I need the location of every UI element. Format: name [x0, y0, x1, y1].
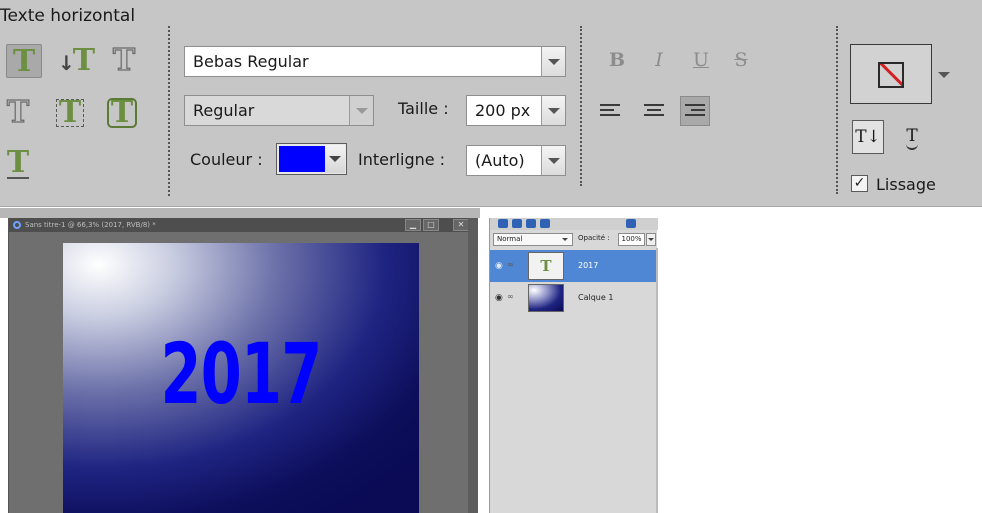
document-window: Sans titre-1 @ 66,3% (2017, RVB/8) * ▁ □… — [8, 218, 477, 513]
antialias-checkbox[interactable]: ✓ — [851, 175, 868, 192]
align-right-button[interactable] — [680, 96, 710, 126]
warp-text-icon: T — [906, 124, 918, 150]
chevron-down-icon — [349, 96, 373, 125]
size-value: 200 px — [475, 101, 531, 120]
antialias-label: Lissage — [876, 175, 936, 194]
layers-scrollbar[interactable] — [656, 248, 658, 513]
chevron-down-icon — [325, 145, 345, 173]
layer-name: Calque 1 — [578, 293, 614, 302]
color-swatch[interactable] — [276, 143, 347, 175]
mask-icon[interactable] — [526, 219, 536, 228]
canvas-text[interactable]: 2017 — [102, 325, 380, 423]
layer-row[interactable]: ◉ ∞ Calque 1 — [490, 282, 656, 314]
new-layer-icon[interactable] — [498, 219, 508, 228]
chevron-down-icon[interactable] — [938, 72, 950, 78]
layers-panel-toolbar — [490, 218, 658, 230]
layer-name: 2017 — [578, 261, 599, 270]
horizontal-type-icon[interactable]: T — [6, 44, 42, 79]
separator — [580, 26, 582, 186]
font-style-dropdown[interactable]: Regular — [184, 95, 374, 126]
warp-text-button[interactable]: T — [896, 120, 928, 154]
toolbar-strip — [0, 208, 480, 218]
lock-icon[interactable] — [540, 219, 550, 228]
image-layer-thumbnail — [528, 284, 564, 312]
strikethrough-button[interactable]: S — [728, 46, 754, 74]
minimize-button[interactable]: ▁ — [405, 219, 421, 231]
align-left-button[interactable] — [596, 96, 626, 126]
tool-title: Texte horizontal — [0, 6, 136, 26]
vertical-type-mask-icon[interactable]: T — [0, 95, 36, 130]
document-scrollbar[interactable] — [468, 218, 478, 513]
font-family-value: Bebas Regular — [193, 52, 309, 71]
italic-button[interactable]: I — [646, 46, 672, 74]
chevron-down-icon — [541, 146, 565, 175]
type-on-selection-icon[interactable]: T — [52, 96, 88, 130]
color-label: Couleur : — [190, 150, 263, 169]
vertical-type-icon[interactable]: ↓T — [58, 44, 95, 78]
eye-icon[interactable]: ◉ — [495, 261, 503, 271]
text-layer-thumbnail: T — [528, 252, 564, 280]
trash-icon[interactable] — [626, 219, 636, 228]
layers-panel: Normal Opacité : 100% ◉ ∞ T 2017 ◉ ∞ Cal… — [489, 218, 658, 513]
leading-value: (Auto) — [475, 151, 525, 170]
blend-mode-dropdown[interactable]: Normal — [493, 233, 573, 246]
no-color-icon — [878, 62, 904, 88]
document-title: Sans titre-1 @ 66,3% (2017, RVB/8) * — [25, 221, 156, 229]
maximize-button[interactable]: □ — [423, 219, 439, 231]
size-dropdown[interactable]: 200 px — [466, 95, 566, 126]
link-icon[interactable]: ∞ — [507, 292, 514, 301]
document-tab[interactable]: Sans titre-1 @ 66,3% (2017, RVB/8) * ▁ □… — [9, 218, 477, 232]
horizontal-type-mask-icon[interactable]: T — [106, 43, 142, 78]
type-on-path-icon[interactable]: T — [0, 146, 36, 180]
opacity-dropdown[interactable] — [646, 233, 656, 246]
image-canvas[interactable]: 2017 — [63, 243, 419, 513]
chevron-down-icon — [541, 96, 565, 125]
tool-options-bar: Texte horizontal T ↓T T T T T T Bebas Re… — [0, 0, 982, 207]
bold-button[interactable]: B — [604, 46, 630, 74]
underline-button[interactable]: U — [688, 46, 714, 74]
color-fill — [279, 146, 325, 172]
adjustment-layer-icon[interactable] — [512, 219, 522, 228]
eye-icon[interactable]: ◉ — [495, 293, 503, 303]
text-direction-button[interactable]: T↓ — [852, 120, 884, 154]
size-label: Taille : — [398, 99, 449, 118]
type-on-shape-icon[interactable]: T — [104, 96, 140, 130]
link-icon[interactable]: ∞ — [507, 260, 514, 269]
font-style-value: Regular — [193, 101, 255, 120]
leading-label: Interligne : — [358, 150, 446, 169]
document-icon — [13, 221, 21, 229]
layer-row[interactable]: ◉ ∞ T 2017 — [490, 250, 656, 282]
align-center-button[interactable] — [640, 96, 670, 126]
opacity-label: Opacité : — [578, 234, 610, 242]
chevron-down-icon — [541, 47, 565, 76]
separator — [168, 26, 170, 196]
close-button[interactable]: ✕ — [453, 219, 469, 231]
opacity-input[interactable]: 100% — [618, 233, 645, 246]
text-orientation-button[interactable] — [850, 44, 932, 104]
separator — [836, 26, 838, 194]
font-family-dropdown[interactable]: Bebas Regular — [184, 46, 566, 77]
leading-dropdown[interactable]: (Auto) — [466, 145, 566, 176]
